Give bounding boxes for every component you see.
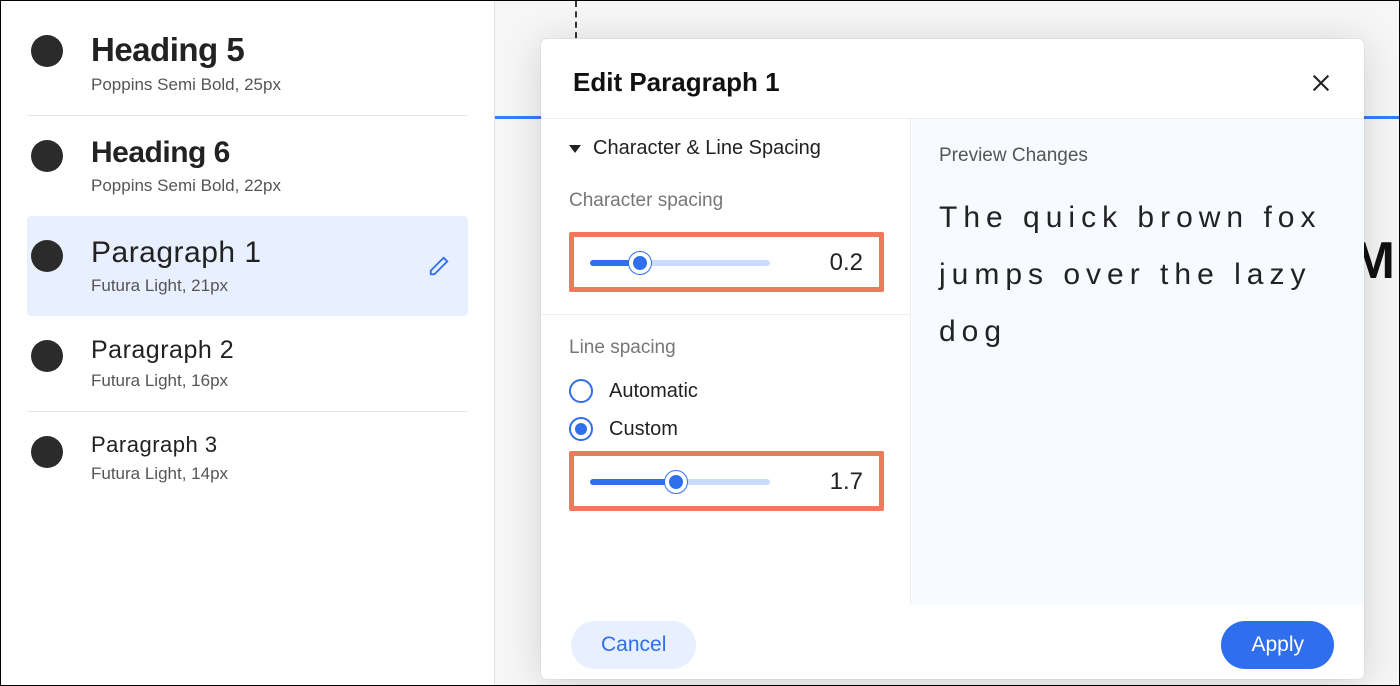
style-name: Paragraph 3 <box>91 432 452 458</box>
style-item-heading-6[interactable]: Heading 6 Poppins Semi Bold, 22px <box>27 115 468 216</box>
apply-button[interactable]: Apply <box>1221 621 1334 669</box>
style-caption: Poppins Semi Bold, 25px <box>91 75 452 95</box>
dialog-footer: Cancel Apply <box>541 605 1364 679</box>
line-spacing-slider[interactable] <box>590 470 770 494</box>
character-spacing-block: Character spacing 0.2 <box>541 168 910 314</box>
line-spacing-label: Line spacing <box>569 337 884 359</box>
style-item-paragraph-3[interactable]: Paragraph 3 Futura Light, 14px <box>27 411 468 504</box>
style-item-paragraph-2[interactable]: Paragraph 2 Futura Light, 16px <box>27 316 468 411</box>
line-spacing-radio-automatic[interactable]: Automatic <box>569 379 884 403</box>
text-styles-sidebar: Heading 5 Poppins Semi Bold, 25px Headin… <box>1 1 495 685</box>
radio-label: Automatic <box>609 380 698 403</box>
style-caption: Futura Light, 21px <box>91 276 452 296</box>
dialog-preview-pane: Preview Changes The quick brown fox jump… <box>911 119 1364 605</box>
line-spacing-highlight: 1.7 <box>569 451 884 511</box>
character-spacing-label: Character spacing <box>569 190 884 212</box>
style-name: Heading 6 <box>91 136 452 170</box>
style-swatch <box>31 35 63 67</box>
character-spacing-slider[interactable] <box>590 251 770 275</box>
radio-label: Custom <box>609 418 678 441</box>
dialog-title: Edit Paragraph 1 <box>573 67 780 98</box>
edit-icon[interactable] <box>428 255 450 277</box>
style-caption: Futura Light, 14px <box>91 464 452 484</box>
dialog-body: Character & Line Spacing Character spaci… <box>541 118 1364 605</box>
style-item-heading-5[interactable]: Heading 5 Poppins Semi Bold, 25px <box>27 11 468 115</box>
close-icon[interactable] <box>1310 72 1332 94</box>
line-spacing-value: 1.7 <box>810 468 863 496</box>
style-item-paragraph-1[interactable]: Paragraph 1 Futura Light, 21px <box>27 216 468 316</box>
edit-style-dialog: Edit Paragraph 1 Character & Line Spacin… <box>541 39 1364 679</box>
preview-text: The quick brown fox jumps over the lazy … <box>939 189 1336 360</box>
style-name: Paragraph 1 <box>91 236 452 270</box>
style-swatch <box>31 240 63 272</box>
character-spacing-value: 0.2 <box>810 249 863 277</box>
style-swatch <box>31 140 63 172</box>
line-spacing-radio-custom[interactable]: Custom <box>569 417 884 441</box>
section-header-spacing[interactable]: Character & Line Spacing <box>541 119 910 168</box>
style-name: Heading 5 <box>91 31 452 69</box>
style-caption: Poppins Semi Bold, 22px <box>91 176 452 196</box>
style-swatch <box>31 340 63 372</box>
dialog-controls-pane: Character & Line Spacing Character spaci… <box>541 119 911 605</box>
style-name: Paragraph 2 <box>91 336 452 365</box>
section-title: Character & Line Spacing <box>593 137 821 160</box>
style-swatch <box>31 436 63 468</box>
cancel-button[interactable]: Cancel <box>571 621 696 669</box>
dialog-header: Edit Paragraph 1 <box>541 39 1364 118</box>
style-caption: Futura Light, 16px <box>91 371 452 391</box>
character-spacing-highlight: 0.2 <box>569 232 884 292</box>
caret-down-icon <box>569 145 581 153</box>
line-spacing-block: Line spacing Automatic Custom <box>541 314 910 533</box>
preview-label: Preview Changes <box>939 145 1336 167</box>
line-spacing-radio-group: Automatic Custom <box>569 379 884 441</box>
